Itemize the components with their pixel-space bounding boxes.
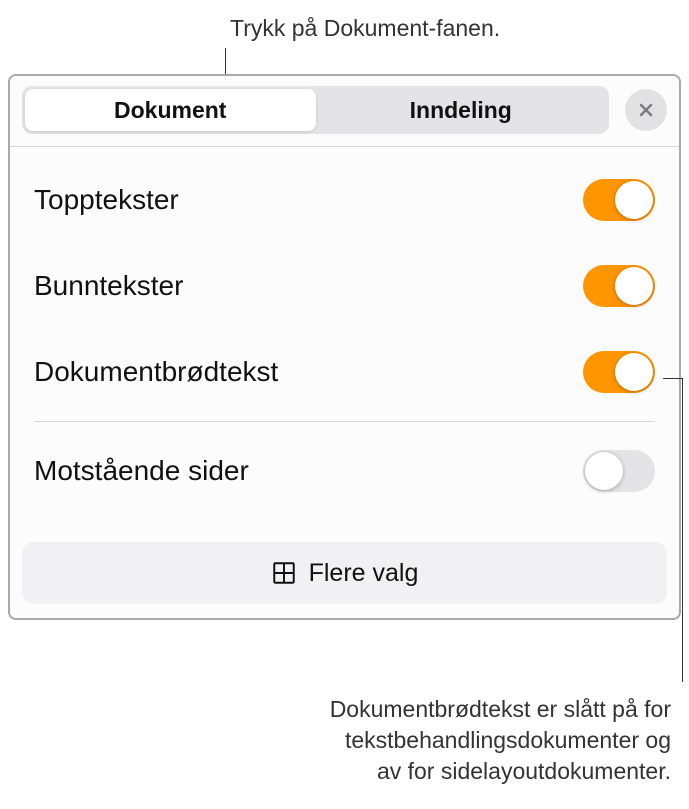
close-icon [636,100,656,120]
setting-row-headers: Topptekster [30,157,659,243]
setting-label-footers: Bunntekster [34,270,183,302]
callout-bottom-line2: tekstbehandlingsdokumenter og [330,725,671,756]
setting-row-footers: Bunntekster [30,243,659,329]
toggle-body[interactable] [583,351,655,393]
tab-document[interactable]: Dokument [25,89,316,131]
tab-segmented-control: Dokument Inndeling [22,86,609,134]
callout-right-line [682,378,683,682]
callout-bottom-line1: Dokumentbrødtekst er slått på for [330,694,671,725]
document-settings-panel: Dokument Inndeling Topptekster Bunntekst… [8,74,681,620]
setting-label-facing-pages: Motstående sider [34,455,249,487]
callout-bottom-text: Dokumentbrødtekst er slått på for tekstb… [330,694,671,787]
setting-label-body: Dokumentbrødtekst [34,356,278,388]
settings-list: Topptekster Bunntekster Dokumentbrødteks… [10,147,679,514]
setting-row-body: Dokumentbrødtekst [30,329,659,415]
toggle-headers[interactable] [583,179,655,221]
more-options-label: Flere valg [309,559,419,588]
toggle-knob [615,353,653,391]
toggle-knob [615,267,653,305]
setting-label-headers: Topptekster [34,184,179,216]
toggle-facing-pages[interactable] [583,450,655,492]
close-button[interactable] [625,89,667,131]
toggle-knob [615,181,653,219]
panel-header: Dokument Inndeling [10,76,679,134]
settings-divider [34,421,655,422]
setting-row-facing-pages: Motstående sider [30,428,659,514]
callout-top-text: Trykk på Dokument-fanen. [230,15,500,42]
callout-bottom-line3: av for sidelayoutdokumenter. [330,756,671,787]
callout-right-line-h [663,378,683,379]
tab-section[interactable]: Inndeling [316,89,607,131]
grid-icon [271,560,297,586]
toggle-knob [585,452,623,490]
toggle-footers[interactable] [583,265,655,307]
more-options-button[interactable]: Flere valg [22,542,667,604]
